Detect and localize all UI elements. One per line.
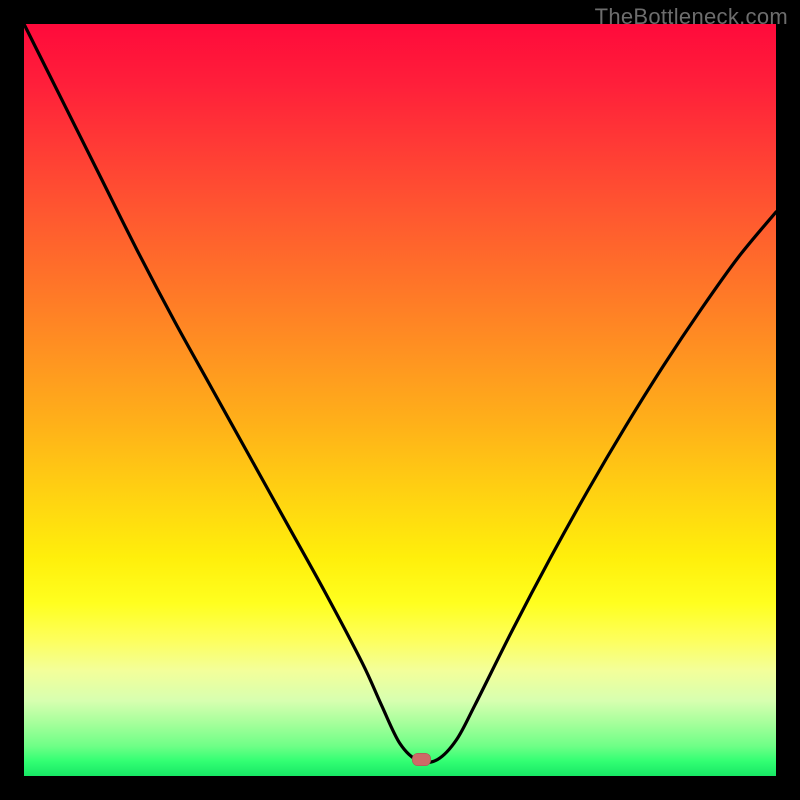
optimal-point-marker (412, 753, 431, 766)
plot-area (24, 24, 776, 776)
watermark-text: TheBottleneck.com (595, 4, 788, 30)
bottleneck-curve (24, 24, 776, 776)
curve-path (24, 24, 776, 763)
chart-frame: TheBottleneck.com (0, 0, 800, 800)
